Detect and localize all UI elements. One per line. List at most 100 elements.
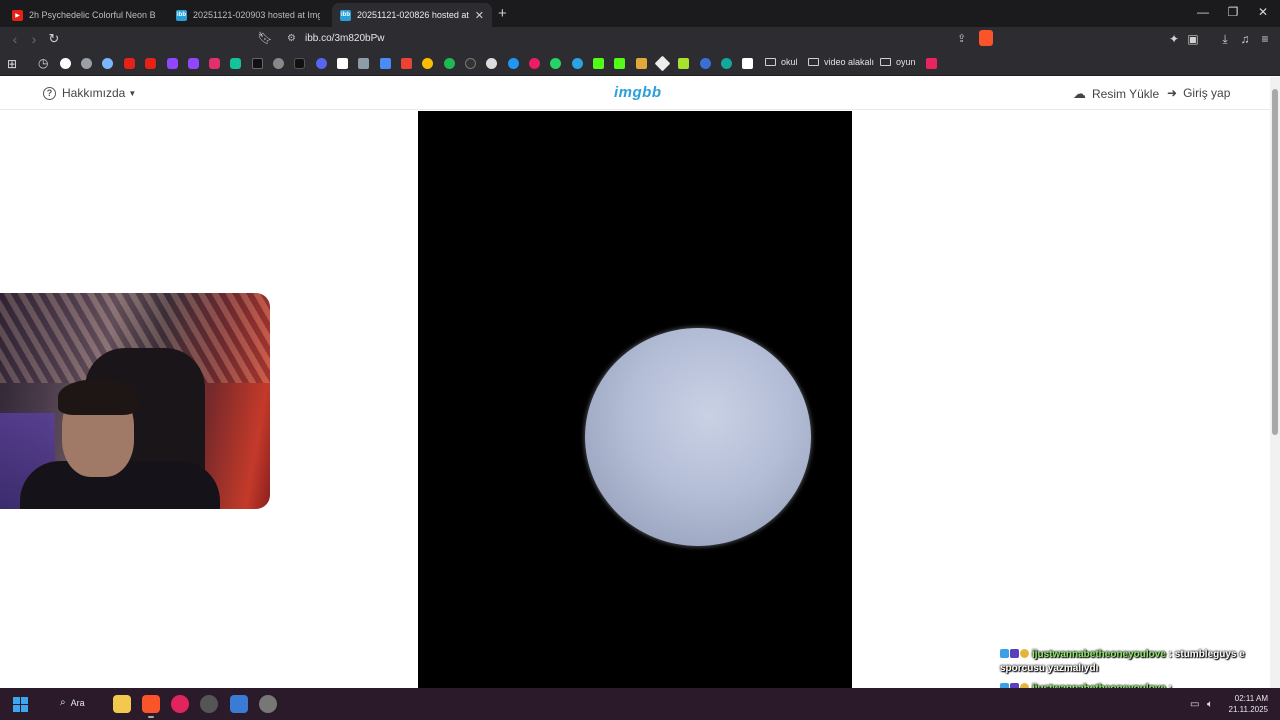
network-icon[interactable]: ▭ xyxy=(1190,699,1199,710)
twitch-dashboard-icon[interactable] xyxy=(188,58,199,69)
game-icon[interactable] xyxy=(636,58,647,69)
brave-browser-icon[interactable] xyxy=(142,695,160,718)
login-label: Giriş yap xyxy=(1183,86,1231,100)
gmail-icon[interactable] xyxy=(401,58,412,69)
kick-alt-icon[interactable] xyxy=(614,58,625,69)
bookmark-folder-oyun[interactable]: oyun xyxy=(880,57,916,67)
clock-date: 21.11.2025 xyxy=(1228,705,1268,714)
taskbar-search[interactable]: ⌕ Ara xyxy=(60,697,85,708)
extensions-icon[interactable]: ✦ xyxy=(1166,32,1182,46)
folder-label: oyun xyxy=(896,57,916,67)
taskbar-clock[interactable]: 02:11 AM 21.11.2025 xyxy=(1224,693,1268,715)
media-icon[interactable]: ♫ xyxy=(1237,32,1253,46)
webcam-overlay xyxy=(0,293,270,509)
telegram-icon[interactable] xyxy=(572,58,583,69)
scrollbar-thumb[interactable] xyxy=(1272,89,1278,435)
edge-icon[interactable] xyxy=(508,58,519,69)
webcam-person-hair xyxy=(58,379,138,415)
x-icon[interactable] xyxy=(252,58,263,69)
caret-down-icon: ▼ xyxy=(128,88,137,98)
new-tab-button[interactable]: + xyxy=(498,5,507,22)
badge-icon xyxy=(1000,649,1009,658)
upload-image-button[interactable]: ☁ Resim Yükle xyxy=(1073,86,1159,102)
help-icon: ? xyxy=(43,86,56,100)
bookmark-icon[interactable] xyxy=(358,58,369,69)
google-icon[interactable] xyxy=(60,58,71,69)
minimize-window-button[interactable]: — xyxy=(1191,5,1215,19)
discord-icon[interactable] xyxy=(316,58,327,69)
history-icon[interactable]: ◷ xyxy=(38,56,48,70)
translate-icon[interactable] xyxy=(380,58,391,69)
capcut-icon[interactable] xyxy=(337,58,348,69)
record-icon[interactable] xyxy=(529,58,540,69)
menu-icon[interactable]: ≡ xyxy=(1257,32,1273,46)
brave-shields-icon[interactable] xyxy=(979,30,993,46)
twitch-icon[interactable] xyxy=(167,58,178,69)
volume-icon[interactable]: 🔈︎ xyxy=(1207,699,1213,710)
bookmark-folder-video-alakali[interactable]: video alakalı xyxy=(808,57,874,67)
media-player-icon[interactable] xyxy=(171,695,189,713)
folder-icon xyxy=(880,58,891,66)
youtube-music-icon[interactable] xyxy=(145,58,156,69)
share-icon[interactable]: ⇪ xyxy=(957,32,966,45)
apps-grid-icon[interactable]: ⊞ xyxy=(7,57,17,71)
tab-imgbb-active[interactable]: ibb 20251121-020826 hosted at ImgB... ✕ xyxy=(332,3,492,27)
puzzle-icon[interactable] xyxy=(678,58,689,69)
restore-window-button[interactable]: ❐ xyxy=(1221,5,1245,19)
diamond-icon[interactable] xyxy=(654,55,671,72)
tab-imgbb-1[interactable]: ibb 20251121-020903 hosted at ImgBB — xyxy=(168,3,328,27)
bookmark-folder-okul[interactable]: okul xyxy=(765,57,798,67)
site-info-icon[interactable]: ⚙︎ xyxy=(287,33,296,44)
image-viewer[interactable] xyxy=(418,111,852,688)
forward-button[interactable]: › xyxy=(25,31,43,47)
instagram-icon[interactable] xyxy=(209,58,220,69)
circle-icon[interactable] xyxy=(465,58,476,69)
image-icon[interactable] xyxy=(742,58,753,69)
github-icon[interactable] xyxy=(486,58,497,69)
chat-message: ijustwannabetheoneyoulove : stumbleguys … xyxy=(1000,648,1270,676)
teal-circle-icon[interactable] xyxy=(721,58,732,69)
steam-icon[interactable] xyxy=(259,695,277,713)
extra-bookmark-icon[interactable] xyxy=(926,58,937,69)
browser-toolbar: ‹ › ↻ 🔖︎ ⚙︎ ibb.co/3m820bPw ⇪ ✦ ▣ ⤓ ♫ ≡ xyxy=(0,27,1280,52)
whatsapp-icon[interactable] xyxy=(550,58,561,69)
gemini-icon[interactable] xyxy=(102,58,113,69)
sidebar-icon[interactable]: ▣ xyxy=(1185,32,1201,46)
tab-youtube-video[interactable]: ▶ 2h Psychedelic Colorful Neon Backgr... xyxy=(4,3,164,27)
url-text[interactable]: ibb.co/3m820bPw xyxy=(305,33,385,44)
drop-icon[interactable] xyxy=(700,58,711,69)
close-tab-icon[interactable]: ✕ xyxy=(475,9,484,22)
folder-icon xyxy=(808,58,819,66)
bookmark-page-icon[interactable]: 🔖︎ xyxy=(256,31,274,45)
folder-label: video alakalı xyxy=(824,57,875,67)
bookmarks-bar: ⊞ ◷ okul video alakalı oyun xyxy=(0,52,1280,76)
spotify-icon[interactable] xyxy=(444,58,455,69)
file-explorer-icon[interactable] xyxy=(113,695,131,713)
chatgpt-icon[interactable] xyxy=(81,58,92,69)
kick-studio-icon[interactable] xyxy=(230,58,241,69)
moon-photo xyxy=(585,328,811,546)
tab-title: 20251121-020826 hosted at ImgB... xyxy=(357,10,469,20)
youtube-icon[interactable] xyxy=(124,58,135,69)
folder-icon xyxy=(765,58,776,66)
obs-icon[interactable] xyxy=(200,695,218,713)
start-button[interactable] xyxy=(13,697,28,712)
google-drive-icon[interactable] xyxy=(422,58,433,69)
search-label: Ara xyxy=(70,697,85,708)
tiktok-icon[interactable] xyxy=(294,58,305,69)
link-icon[interactable] xyxy=(273,58,284,69)
login-button[interactable]: ➜ Giriş yap xyxy=(1167,86,1230,100)
kick-icon[interactable] xyxy=(593,58,604,69)
imgbb-logo[interactable]: imgbb xyxy=(614,84,662,101)
about-menu[interactable]: ? Hakkımızda ▼ xyxy=(43,86,136,100)
download-icon[interactable]: ⤓ xyxy=(1217,32,1233,47)
cloud-upload-icon: ☁ xyxy=(1073,86,1086,101)
close-window-button[interactable]: ✕ xyxy=(1251,5,1275,19)
address-bar[interactable]: ⚙︎ ibb.co/3m820bPw ⇪ xyxy=(281,29,1001,50)
photos-icon[interactable] xyxy=(230,695,248,713)
back-button[interactable]: ‹ xyxy=(6,31,24,47)
badge-icon xyxy=(1020,649,1029,658)
reload-button[interactable]: ↻ xyxy=(45,31,63,47)
page-scrollbar[interactable] xyxy=(1270,77,1280,688)
imgbb-icon: ibb xyxy=(176,9,187,21)
